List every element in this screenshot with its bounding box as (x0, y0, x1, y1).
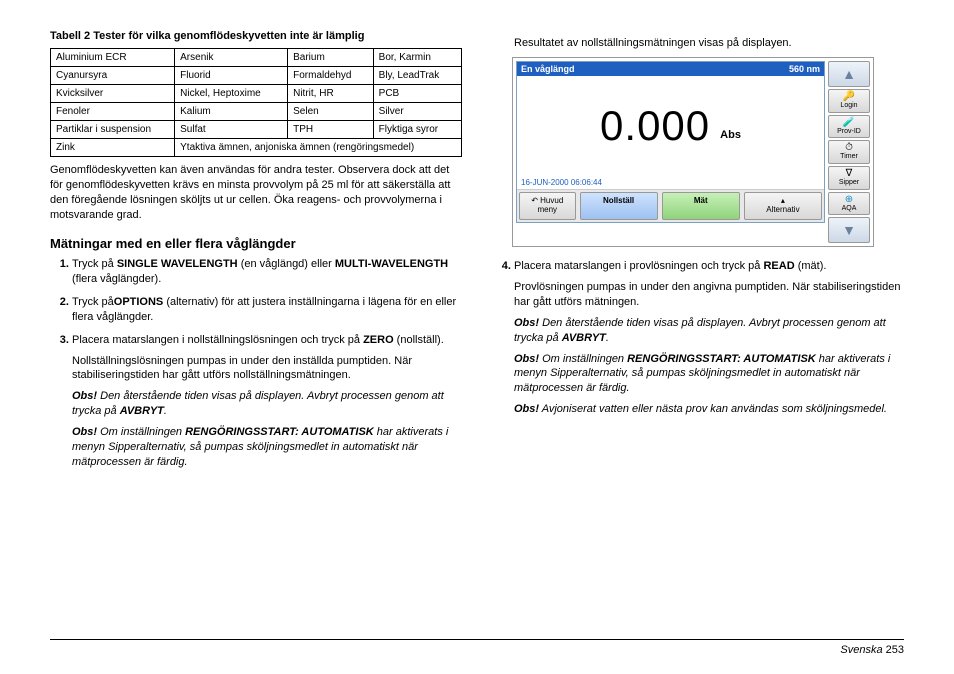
cell: Sulfat (175, 121, 288, 139)
sample-id-button[interactable]: 🧪Prov-ID (828, 115, 870, 139)
timer-button[interactable]: ⏱Timer (828, 140, 870, 164)
reading-unit: Abs (720, 129, 741, 141)
sipper-button[interactable]: ∇Sipper (828, 166, 870, 190)
cell: Partiklar i suspension (51, 121, 175, 139)
right-note-2: Obs! Om inställningen RENGÖRINGSSTART: A… (514, 352, 904, 397)
section-heading: Mätningar med en eller flera våglängder (50, 236, 462, 251)
triangle-down-icon: ▼ (842, 222, 856, 238)
step-3-sub: Nollställningslösningen pumpas in under … (72, 354, 462, 384)
cell: Bly, LeadTrak (373, 67, 461, 85)
back-button[interactable]: ↶ Huvudmeny (519, 192, 576, 220)
cell: Kalium (175, 103, 288, 121)
step-4: Placera matarslangen i provlösningen och… (514, 259, 904, 417)
reading-value: 0.000 (600, 102, 710, 150)
cell: Nitrit, HR (288, 85, 374, 103)
right-intro: Resultatet av nollställningsmätningen vi… (514, 36, 904, 51)
cell: Cyanursyra (51, 67, 175, 85)
device-screenshot: En våglängd 560 nm 0.000 Abs 16-JUN-2000… (512, 57, 874, 247)
table-caption: Tabell 2 Tester för vilka genomflödeskyv… (50, 30, 462, 42)
cell: Aluminium ECR (51, 49, 175, 67)
cell: Zink (51, 139, 175, 157)
cell: Barium (288, 49, 374, 67)
cell: Silver (373, 103, 461, 121)
globe-icon: ⊕ (845, 195, 853, 205)
chevron-up-icon: ▴ (781, 196, 785, 205)
device-timestamp: 16-JUN-2000 06:06:44 (517, 176, 824, 189)
step-1: Tryck på SINGLE WAVELENGTH (en våglängd)… (72, 257, 462, 287)
step-3: Placera matarslangen i nollställningslös… (72, 333, 462, 470)
cell: Nickel, Heptoxime (175, 85, 288, 103)
key-icon: 🔑 (843, 92, 855, 102)
cell: Formaldehyd (288, 67, 374, 85)
test-table: Aluminium ECR Arsenik Barium Bor, Karmin… (50, 48, 462, 157)
cell: Flyktiga syror (373, 121, 461, 139)
device-wavelength: 560 nm (789, 64, 820, 74)
login-button[interactable]: 🔑Login (828, 89, 870, 113)
timer-icon: ⏱ (845, 143, 853, 153)
cell: Fluorid (175, 67, 288, 85)
step-4-sub: Provlösningen pumpas in under den angivn… (514, 280, 904, 310)
after-table-text: Genomflödeskyvetten kan även användas fö… (50, 163, 462, 222)
cell: PCB (373, 85, 461, 103)
options-button[interactable]: ▴ Alternativ (744, 192, 822, 220)
cell: Selen (288, 103, 374, 121)
cell: TPH (288, 121, 374, 139)
triangle-up-icon: ▲ (842, 66, 856, 82)
sipper-icon: ∇ (846, 169, 853, 179)
step-2: Tryck påOPTIONS (alternativ) för att jus… (72, 295, 462, 325)
device-title: En våglängd (521, 64, 575, 74)
undo-icon: ↶ (531, 196, 538, 205)
page-footer: Svenska 253 (50, 639, 904, 656)
right-note-1: Obs! Den återstående tiden visas på disp… (514, 316, 904, 346)
note-1: Obs! Den återstående tiden visas på disp… (72, 389, 462, 419)
note-2: Obs! Om inställningen RENGÖRINGSSTART: A… (72, 425, 462, 470)
cell: Kvicksilver (51, 85, 175, 103)
zero-button[interactable]: Nollställ (580, 192, 658, 220)
cell: Arsenik (175, 49, 288, 67)
cell: Ytaktiva ämnen, anjoniska ämnen (rengöri… (175, 139, 462, 157)
cell: Bor, Karmin (373, 49, 461, 67)
cell: Fenoler (51, 103, 175, 121)
flask-icon: 🧪 (843, 118, 855, 128)
scroll-up-button[interactable]: ▲ (828, 61, 870, 87)
right-note-3: Obs! Avjoniserat vatten eller nästa prov… (514, 402, 904, 417)
aqa-button[interactable]: ⊕AQA (828, 192, 870, 216)
scroll-down-button[interactable]: ▼ (828, 217, 870, 243)
measure-button[interactable]: Mät (662, 192, 740, 220)
